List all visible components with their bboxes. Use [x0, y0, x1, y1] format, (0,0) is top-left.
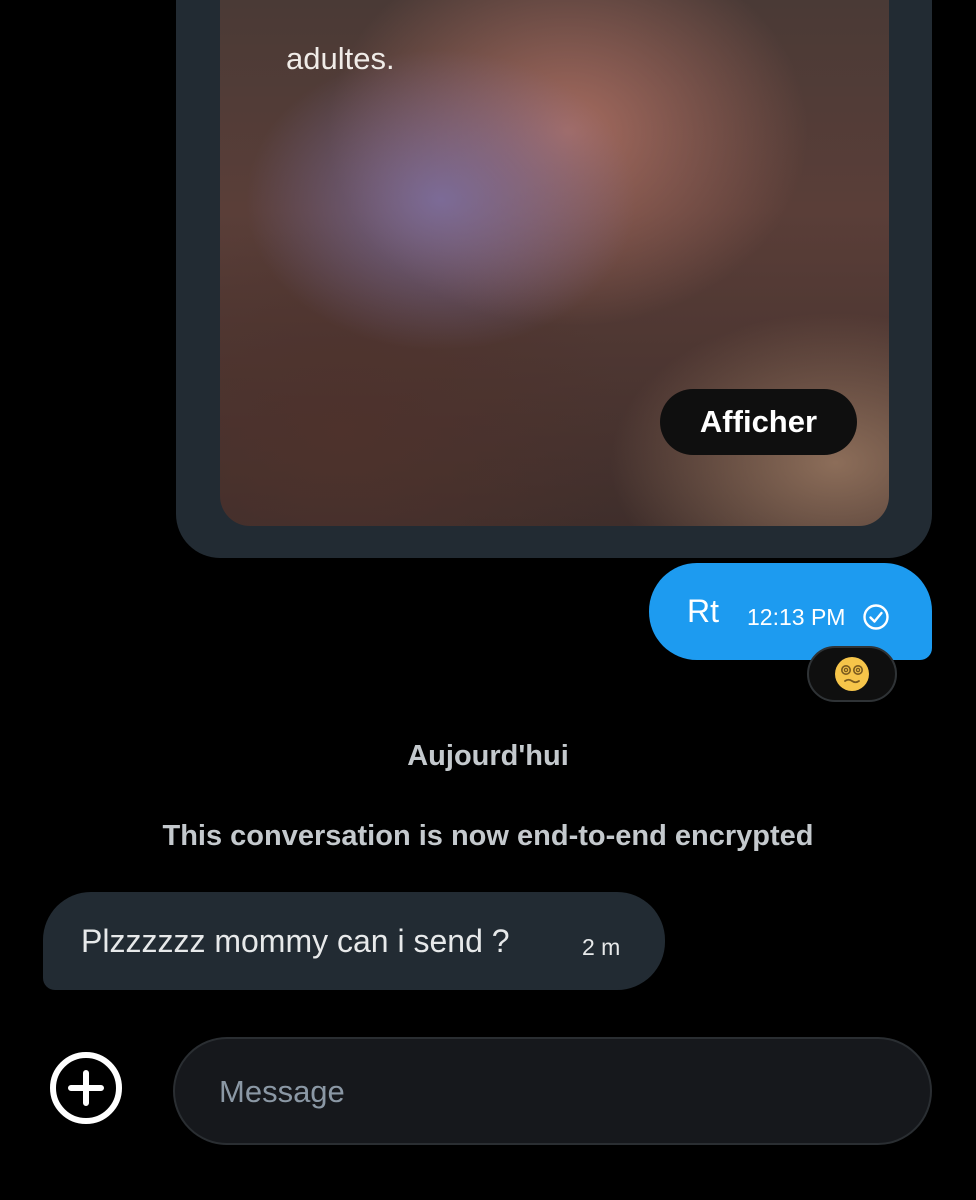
plus-circle-icon[interactable]	[49, 1051, 123, 1125]
dizzy-face-emoji-icon	[835, 657, 869, 691]
sensitive-media-caption: adultes.	[286, 41, 395, 76]
incoming-message-bubble[interactable]: Plzzzzzz mommy can i send ? 2 m	[43, 892, 665, 990]
sensitive-media-card[interactable]: adultes. Afficher	[176, 0, 932, 558]
incoming-message-text: Plzzzzzz mommy can i send ?	[81, 923, 510, 959]
message-composer[interactable]	[173, 1037, 932, 1145]
date-separator: Aujourd'hui	[407, 740, 569, 772]
blurred-media-preview[interactable]: adultes. Afficher	[220, 0, 889, 526]
show-media-button[interactable]: Afficher	[660, 389, 857, 455]
message-input[interactable]	[217, 1039, 891, 1145]
outgoing-message-text: Rt	[687, 593, 719, 629]
encryption-notice: This conversation is now end-to-end encr…	[162, 820, 814, 852]
outgoing-message-bubble[interactable]: Rt 12:13 PM	[649, 563, 932, 660]
check-circle-icon	[863, 604, 889, 630]
message-reaction[interactable]	[807, 646, 897, 702]
incoming-message-time: 2 m	[582, 934, 621, 960]
outgoing-message-time: 12:13 PM	[747, 604, 846, 630]
